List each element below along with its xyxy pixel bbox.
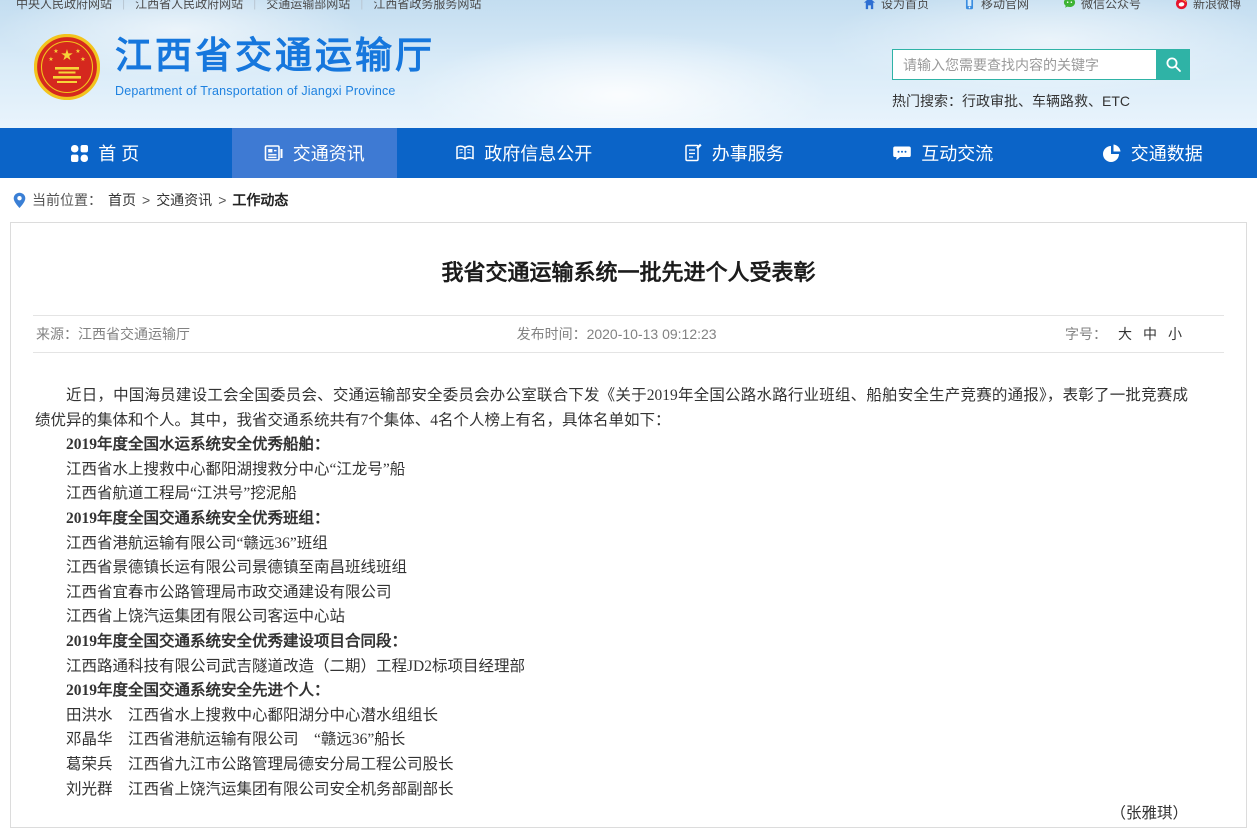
hot-search-terms[interactable]: 行政审批、车辆路救、ETC [962, 93, 1130, 109]
article-section-heading: 2019年度全国交通系统安全优秀班组： [35, 507, 1188, 532]
national-emblem-logo: ★ ★ ★ ★ ★ [34, 34, 100, 100]
wechat-icon [1063, 0, 1076, 10]
article-paragraph: 田洪水 江西省水上搜救中心鄱阳湖分中心潜水组组长 [35, 704, 1188, 729]
nav-item-services[interactable]: 办事服务 [629, 128, 839, 178]
nav-item-interaction[interactable]: 互动交流 [838, 128, 1048, 178]
article-title: 我省交通运输系统一批先进个人受表彰 [11, 223, 1246, 315]
main-nav: 首 页 交通资讯 政府信息公开 [0, 128, 1257, 178]
article-section-heading: 2019年度全国交通系统安全先进个人： [35, 679, 1188, 704]
topbar-link-ministry-transport[interactable]: 交通运输部网站 [266, 0, 350, 12]
breadcrumb: 当前位置： 首页 > 交通资讯 > 工作动态 [0, 178, 1257, 222]
svg-text:★: ★ [53, 48, 58, 55]
pie-chart-icon [1102, 143, 1122, 163]
quick-link-label: 微信公众号 [1081, 0, 1141, 12]
topbar: 中央人民政府网站 | 江西省人民政府网站 | 交通运输部网站 | 江西省政务服务… [0, 0, 1257, 13]
mobile-site-link[interactable]: 移动官网 [963, 0, 1029, 12]
home-icon [863, 0, 876, 10]
topbar-gov-links: 中央人民政府网站 | 江西省人民政府网站 | 交通运输部网站 | 江西省政务服务… [16, 0, 481, 13]
site-brand[interactable]: ★ ★ ★ ★ ★ 江西省交通运输厅 Department of Transpo… [34, 34, 435, 100]
fontsize-large-button[interactable]: 大 [1118, 324, 1132, 344]
article-paragraph: 江西省港航运输有限公司“赣远36”班组 [35, 532, 1188, 557]
search-area: 热门搜索：行政审批、车辆路救、ETC [892, 49, 1190, 111]
article-paragraph: 江西省景德镇长运有限公司景德镇至南昌班线班组 [35, 556, 1188, 581]
wechat-account-link[interactable]: 微信公众号 [1063, 0, 1141, 12]
breadcrumb-label: 当前位置： [32, 190, 102, 210]
publish-time-value: 2020-10-13 09:12:23 [587, 326, 717, 342]
topbar-link-central-gov[interactable]: 中央人民政府网站 [16, 0, 112, 12]
grid-icon [70, 144, 89, 163]
breadcrumb-news[interactable]: 交通资讯 [156, 190, 212, 210]
topbar-separator: | [253, 0, 256, 10]
quick-link-label: 新浪微博 [1193, 0, 1241, 12]
weibo-link[interactable]: 新浪微博 [1175, 0, 1241, 12]
quick-link-label: 移动官网 [981, 0, 1029, 12]
mobile-icon [963, 0, 976, 10]
breadcrumb-home[interactable]: 首页 [108, 190, 136, 210]
site-header: 中央人民政府网站 | 江西省人民政府网站 | 交通运输部网站 | 江西省政务服务… [0, 0, 1257, 128]
article-paragraph: 近日，中国海员建设工会全国委员会、交通运输部安全委员会办公室联合下发《关于201… [35, 384, 1188, 433]
clipboard-icon [683, 143, 703, 163]
news-icon [264, 143, 284, 163]
article-paragraph: 江西省航道工程局“江洪号”挖泥船 [35, 482, 1188, 507]
nav-item-home[interactable]: 首 页 [0, 128, 210, 178]
article-meta: 来源：江西省交通运输厅 发布时间：2020-10-13 09:12:23 字号：… [33, 315, 1224, 353]
article-paragraph: 江西省水上搜救中心鄱阳湖搜救分中心“江龙号”船 [35, 458, 1188, 483]
search-button[interactable] [1157, 49, 1190, 80]
hot-search-row: 热门搜索：行政审批、车辆路救、ETC [892, 91, 1190, 111]
nav-item-gov-info[interactable]: 政府信息公开 [419, 128, 629, 178]
fontsize-medium-button[interactable]: 中 [1143, 324, 1157, 344]
quick-link-label: 设为首页 [881, 0, 929, 12]
topbar-link-jiangxi-gov[interactable]: 江西省人民政府网站 [135, 0, 243, 12]
source-value: 江西省交通运输厅 [78, 326, 190, 342]
book-icon [455, 143, 475, 163]
svg-text:★: ★ [75, 48, 80, 55]
fontsize-controls: 字号： 大 中 小 [1065, 324, 1182, 344]
topbar-link-gov-service[interactable]: 江西省政务服务网站 [373, 0, 481, 12]
article-paragraph: 葛荣兵 江西省九江市公路管理局德安分局工程公司股长 [35, 753, 1188, 778]
publish-time-label: 发布时间： [517, 326, 587, 342]
article-paragraph: 江西省宜春市公路管理局市政交通建设有限公司 [35, 581, 1188, 606]
article-section-heading: 2019年度全国水运系统安全优秀船舶： [35, 433, 1188, 458]
svg-text:★: ★ [48, 56, 53, 63]
location-pin-icon [13, 192, 26, 209]
site-subtitle: Department of Transportation of Jiangxi … [115, 84, 435, 98]
svg-text:★: ★ [80, 56, 85, 63]
article-source: 来源：江西省交通运输厅 [36, 324, 190, 344]
publish-time: 发布时间：2020-10-13 09:12:23 [517, 324, 717, 344]
site-title: 江西省交通运输厅 [115, 36, 435, 77]
nav-label: 首 页 [98, 140, 139, 166]
nav-label: 政府信息公开 [484, 140, 592, 166]
nav-item-news[interactable]: 交通资讯 [210, 128, 420, 178]
breadcrumb-current: 工作动态 [232, 190, 288, 210]
nav-label: 交通资讯 [293, 140, 365, 166]
fontsize-small-button[interactable]: 小 [1168, 324, 1182, 344]
topbar-separator: | [122, 0, 125, 10]
site-titles: 江西省交通运输厅 Department of Transportation of… [115, 36, 435, 98]
chat-icon [892, 143, 912, 163]
topbar-quick-links: 设为首页 移动官网 微信公众号 新浪微博 [863, 0, 1241, 13]
nav-item-data[interactable]: 交通数据 [1048, 128, 1257, 178]
search-icon [1165, 56, 1182, 73]
svg-text:★: ★ [60, 47, 73, 64]
article-signature: （张雅琪） [35, 802, 1188, 827]
breadcrumb-separator: > [142, 192, 150, 208]
nav-label: 办事服务 [712, 140, 784, 166]
topbar-separator: | [360, 0, 363, 10]
source-label: 来源： [36, 326, 78, 342]
article-paragraph: 邓晶华 江西省港航运输有限公司 “赣远36”船长 [35, 728, 1188, 753]
breadcrumb-separator: > [218, 192, 226, 208]
nav-label: 互动交流 [921, 140, 993, 166]
article-body: 近日，中国海员建设工会全国委员会、交通运输部安全委员会办公室联合下发《关于201… [11, 353, 1246, 827]
article-paragraph: 刘光群 江西省上饶汽运集团有限公司安全机务部副部长 [35, 778, 1188, 803]
set-homepage-link[interactable]: 设为首页 [863, 0, 929, 12]
article-card: 我省交通运输系统一批先进个人受表彰 来源：江西省交通运输厅 发布时间：2020-… [10, 222, 1247, 828]
weibo-icon [1175, 0, 1188, 10]
article-section-heading: 2019年度全国交通系统安全优秀建设项目合同段： [35, 630, 1188, 655]
nav-label: 交通数据 [1131, 140, 1203, 166]
fontsize-label: 字号： [1065, 324, 1107, 344]
article-paragraph: 江西路通科技有限公司武吉隧道改造（二期）工程JD2标项目经理部 [35, 655, 1188, 680]
hot-search-label: 热门搜索： [892, 93, 962, 109]
search-input[interactable] [892, 49, 1157, 80]
article-paragraph: 江西省上饶汽运集团有限公司客运中心站 [35, 605, 1188, 630]
